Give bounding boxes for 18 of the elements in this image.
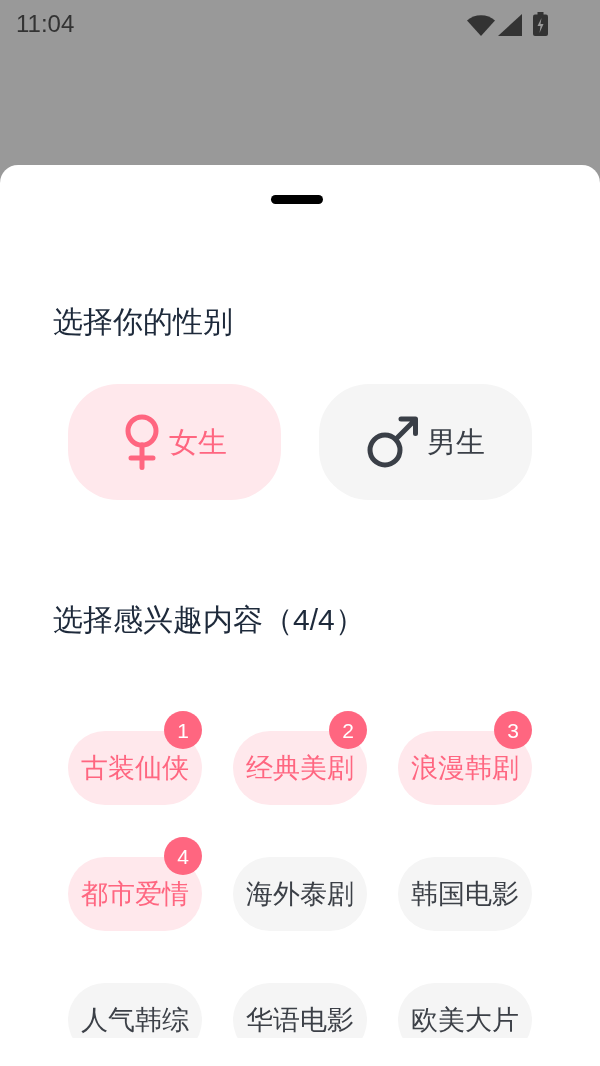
interest-tag[interactable]: 人气韩综 bbox=[68, 983, 202, 1038]
interest-tag[interactable]: 欧美大片 bbox=[398, 983, 532, 1038]
battery-charging-icon bbox=[533, 12, 548, 36]
section-title: 选择感兴趣内容（4/4） bbox=[53, 602, 366, 638]
order-badge: 4 bbox=[164, 837, 202, 875]
wifi-icon bbox=[467, 14, 495, 36]
gender-option[interactable]: 男生 bbox=[319, 384, 532, 500]
signal-icon bbox=[498, 14, 522, 36]
interest-tag[interactable]: 韩国电影 bbox=[398, 857, 532, 931]
interest-tag[interactable]: 海外泰剧 bbox=[233, 857, 367, 931]
status-time: 11:04 bbox=[16, 12, 75, 36]
male-symbol-icon bbox=[366, 415, 419, 469]
interest-tag[interactable]: 华语电影 bbox=[233, 983, 367, 1038]
drag-handle[interactable] bbox=[271, 195, 323, 204]
order-badge: 1 bbox=[164, 711, 202, 749]
section-title: 选择你的性别 bbox=[53, 304, 234, 340]
order-badge: 2 bbox=[329, 711, 367, 749]
order-badge: 3 bbox=[494, 711, 532, 749]
